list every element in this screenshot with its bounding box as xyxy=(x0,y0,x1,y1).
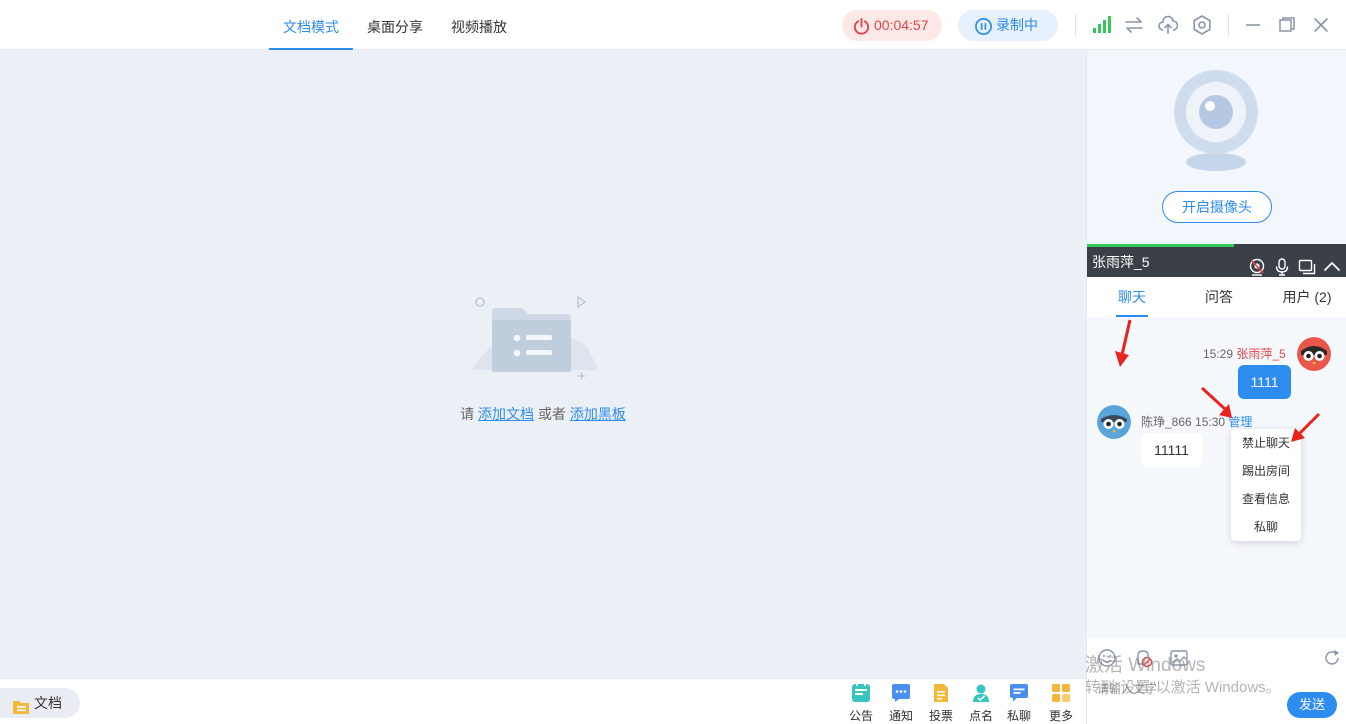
add-document-link[interactable]: 添加文档 xyxy=(478,406,534,422)
tab-qa[interactable]: 问答 xyxy=(1199,277,1239,317)
message-time: 15:29 xyxy=(1203,347,1234,361)
windows-activation-watermark: 激活 Windows xyxy=(1085,655,1206,676)
audio-level-bar xyxy=(1087,244,1234,247)
tab-document-mode[interactable]: 文档模式 xyxy=(269,0,353,50)
private-chat-button[interactable]: 私聊 xyxy=(999,681,1039,724)
user-name: 张雨萍_5 xyxy=(1092,254,1150,270)
vote-icon xyxy=(934,684,948,702)
send-button[interactable]: 发送 xyxy=(1287,692,1337,718)
settings-icon[interactable] xyxy=(1191,14,1213,36)
open-camera-button[interactable]: 开启摄像头 xyxy=(1162,191,1272,223)
pause-icon xyxy=(974,16,993,47)
tab-chat[interactable]: 聊天 xyxy=(1116,277,1148,317)
power-icon xyxy=(852,16,871,47)
chat-input-area: 请输入文字 激活 Windows 转到"设置"以激活 Windows。 发送 xyxy=(1085,638,1346,724)
manage-context-menu: 禁止聊天 踢出房间 查看信息 私聊 xyxy=(1231,429,1301,541)
chat-message-list[interactable]: 15:29 张雨萍_5 1111 陈琤_866 15:30 管理 11111 禁… xyxy=(1087,317,1346,638)
divider xyxy=(1228,14,1229,36)
message-bubble: 1111 xyxy=(1238,365,1291,399)
minimize-icon[interactable] xyxy=(1242,14,1264,36)
folder-icon xyxy=(12,695,30,724)
notification-button[interactable]: 通知 xyxy=(881,681,921,724)
menu-item-view-info[interactable]: 查看信息 xyxy=(1231,485,1301,513)
annotation-arrow xyxy=(1115,319,1132,367)
tab-users[interactable]: 用户 (2) xyxy=(1277,277,1337,317)
user-video-bar: 张雨萍_5 xyxy=(1087,244,1346,277)
tab-video-playback[interactable]: 视频播放 xyxy=(444,0,514,50)
document-area: 请 添加文档 或者 添加黑板 xyxy=(0,50,1086,678)
recording-button[interactable]: 录制中 xyxy=(958,10,1058,41)
more-button[interactable]: 更多 xyxy=(1041,681,1081,724)
sender-name: 张雨萍_5 xyxy=(1236,347,1286,361)
tool-label: 投票 xyxy=(928,709,953,723)
annotation-arrow xyxy=(1291,412,1321,442)
tool-label: 通知 xyxy=(888,709,913,723)
sender-name: 陈琤_866 xyxy=(1141,415,1192,429)
bottom-toolbar: 文档 公告 通知 投票 点名 私聊 更多 xyxy=(0,678,1086,724)
vote-button[interactable]: 投票 xyxy=(921,681,961,724)
roll-call-button[interactable]: 点名 xyxy=(961,681,1001,724)
add-blackboard-link[interactable]: 添加黑板 xyxy=(570,406,626,422)
chat-tabs: 聊天 问答 用户 (2) xyxy=(1087,277,1346,317)
menu-item-kick-out[interactable]: 踢出房间 xyxy=(1231,457,1301,485)
tool-label: 点名 xyxy=(968,709,993,723)
private-chat-icon xyxy=(1010,684,1028,702)
avatar[interactable] xyxy=(1097,405,1131,439)
recording-label: 录制中 xyxy=(996,17,1038,33)
roll-call-icon xyxy=(973,684,989,702)
notification-icon xyxy=(892,684,910,702)
windows-activation-hint: 转到"设置"以激活 Windows。 xyxy=(1085,679,1281,696)
signal-icon[interactable] xyxy=(1090,14,1112,36)
message-meta: 15:29 张雨萍_5 xyxy=(1203,345,1286,362)
right-panel: 开启摄像头 张雨萍_5 聊天 问答 用户 (2) 15:29 张雨萍_5 111… xyxy=(1085,50,1346,724)
top-bar: 文档模式 桌面分享 视频播放 00:04:57 录制中 xyxy=(0,0,1346,50)
more-icon xyxy=(1052,684,1070,702)
end-class-timer-button[interactable]: 00:04:57 xyxy=(842,10,942,41)
announcement-button[interactable]: 公告 xyxy=(841,681,881,724)
maximize-icon[interactable] xyxy=(1276,14,1298,36)
empty-folder-illustration xyxy=(466,290,606,395)
refresh-icon[interactable] xyxy=(1322,648,1342,673)
document-label: 文档 xyxy=(34,695,62,711)
tab-desktop-share[interactable]: 桌面分享 xyxy=(360,0,430,50)
empty-or: 或者 xyxy=(537,406,566,422)
empty-state-text: 请 添加文档 或者 添加黑板 xyxy=(0,404,1086,424)
timer-text: 00:04:57 xyxy=(874,17,929,33)
message-bubble: 11111 xyxy=(1141,433,1202,467)
empty-prefix: 请 xyxy=(460,406,475,422)
tool-label: 公告 xyxy=(848,709,873,723)
tool-label: 私聊 xyxy=(1006,709,1031,723)
switch-line-icon[interactable] xyxy=(1123,14,1145,36)
webcam-icon xyxy=(1174,70,1258,171)
announcement-icon xyxy=(852,683,870,702)
tool-label: 更多 xyxy=(1048,709,1073,723)
camera-preview: 开启摄像头 xyxy=(1087,50,1346,245)
divider xyxy=(1075,14,1076,36)
close-icon[interactable] xyxy=(1310,14,1332,36)
menu-item-private-chat[interactable]: 私聊 xyxy=(1231,513,1301,541)
cloud-upload-icon[interactable] xyxy=(1157,14,1179,36)
avatar[interactable] xyxy=(1297,337,1331,371)
annotation-arrow xyxy=(1200,386,1232,418)
document-list-button[interactable]: 文档 xyxy=(0,688,80,718)
